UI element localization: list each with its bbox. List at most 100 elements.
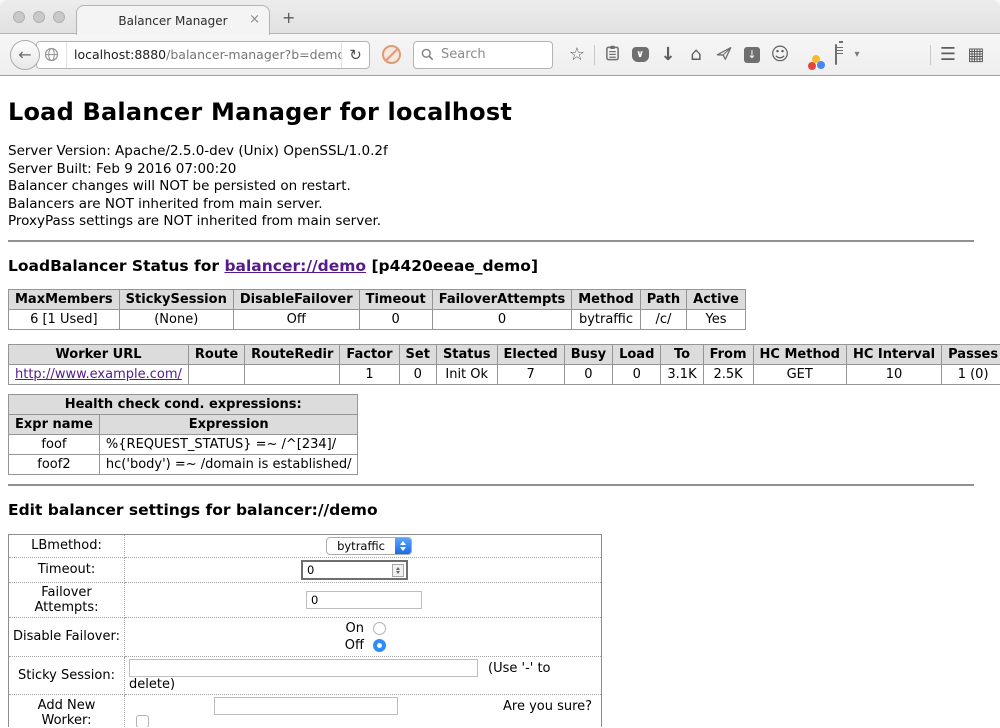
toolbar-separator: [930, 45, 931, 65]
back-button[interactable]: ←: [10, 40, 40, 70]
tab-close-icon[interactable]: ×: [249, 12, 260, 27]
hamburger-menu-icon[interactable]: ☰: [934, 46, 962, 64]
worker-url-link[interactable]: http://www.example.com/: [15, 367, 182, 382]
column-header: DisableFailover: [233, 289, 359, 309]
select-stepper-icon: [395, 538, 411, 554]
status-heading-prefix: LoadBalancer Status for: [8, 257, 224, 275]
zoom-window-button[interactable]: [53, 11, 65, 23]
table-header-row: Expr name Expression: [9, 414, 358, 434]
column-header: Active: [687, 289, 746, 309]
search-input[interactable]: [439, 46, 531, 63]
column-header: Route: [188, 344, 244, 364]
reload-button[interactable]: ↻: [341, 42, 369, 68]
cell-disablefailover: Off: [233, 309, 359, 329]
cell-timeout: 0: [359, 309, 432, 329]
home-icon[interactable]: ⌂: [682, 46, 710, 64]
table-row: 6 [1 Used] (None) Off 0 0 bytraffic /c/ …: [9, 309, 746, 329]
cell-routeredir: [245, 364, 340, 384]
bookmark-star-icon[interactable]: ☆: [563, 46, 591, 64]
site-identity-icon[interactable]: [37, 42, 67, 68]
form-row-disable-failover: Disable Failover: On Off: [9, 617, 602, 656]
cell-to: 3.1K: [661, 364, 703, 384]
column-header: Elected: [497, 344, 564, 364]
cell-from: 2.5K: [703, 364, 753, 384]
content-blocked-icon[interactable]: [382, 45, 401, 64]
add-new-worker-input[interactable]: [214, 697, 398, 715]
cell-worker-url: http://www.example.com/: [9, 364, 189, 384]
column-header: Expression: [99, 414, 358, 434]
disable-failover-off-radio[interactable]: [373, 639, 386, 652]
cell-status: Init Ok: [436, 364, 497, 384]
page-content: Load Balancer Manager for localhost Serv…: [0, 76, 1000, 727]
lbmethod-label: LBmethod:: [9, 534, 125, 557]
column-header: To: [661, 344, 703, 364]
globe-icon: [44, 47, 59, 62]
balancer-demo-link[interactable]: balancer://demo: [224, 257, 366, 275]
save-to-device-icon[interactable]: ↓: [738, 47, 766, 63]
cell-path: /c/: [640, 309, 686, 329]
column-header: Factor: [340, 344, 399, 364]
failover-attempts-input[interactable]: [306, 591, 422, 609]
cell-method: bytraffic: [572, 309, 640, 329]
column-header: HC Interval: [846, 344, 941, 364]
off-label: Off: [340, 638, 364, 653]
cell-set: 0: [399, 364, 436, 384]
bookmarks-clipboard-icon[interactable]: [598, 45, 626, 64]
battery-extension-icon[interactable]: [822, 47, 850, 63]
server-info: Server Version: Apache/2.5.0-dev (Unix) …: [8, 143, 992, 231]
worker-status-table: Worker URL Route RouteRedir Factor Set S…: [8, 344, 1000, 385]
server-built: Server Built: Feb 9 2016 07:00:20: [8, 161, 992, 179]
form-row-sticky: Sticky Session: (Use '-' to delete): [9, 656, 602, 694]
pocket-icon[interactable]: ∨: [626, 47, 654, 62]
chevron-down-icon[interactable]: ▾: [850, 49, 864, 60]
table-row: foof %{REQUEST_STATUS} =~ /^[234]/: [9, 434, 358, 454]
status-heading-suffix: [p4420eeae_demo]: [366, 257, 538, 275]
health-check-table: Health check cond. expressions: Expr nam…: [8, 394, 358, 475]
number-spinner-icon[interactable]: [392, 564, 404, 577]
add-new-worker-label: Add New Worker:: [9, 694, 125, 727]
url-bar[interactable]: localhost:8880/balancer-manager?b=demo&n…: [36, 41, 370, 69]
url-path: /balancer-manager?b=demo&nonce=decc37be-…: [166, 47, 341, 62]
url-domain: localhost:8880: [74, 47, 166, 62]
notice-inherit: Balancers are NOT inherited from main se…: [8, 196, 992, 214]
cell-active: Yes: [687, 309, 746, 329]
cell-factor: 1: [340, 364, 399, 384]
tab-balancer-manager[interactable]: Balancer Manager ×: [76, 5, 270, 35]
table-header-row: MaxMembers StickySession DisableFailover…: [9, 289, 746, 309]
toolbar-separator: [594, 45, 595, 65]
table-row: http://www.example.com/ 1 0 Init Ok 7 0 …: [9, 364, 1000, 384]
new-tab-button[interactable]: +: [282, 8, 295, 27]
column-header: Path: [640, 289, 686, 309]
search-bar[interactable]: [413, 41, 553, 69]
divider: [8, 484, 974, 486]
status-heading: LoadBalancer Status for balancer://demo …: [8, 257, 992, 275]
are-you-sure-checkbox[interactable]: [136, 715, 149, 728]
downloads-icon[interactable]: ↓: [654, 46, 682, 64]
minimize-window-button[interactable]: [33, 11, 45, 23]
table-row: foof2 hc('body') =~ /domain is establish…: [9, 454, 358, 474]
failover-attempts-label: Failover Attempts:: [9, 582, 125, 617]
cell-passes: 1 (0): [942, 364, 1000, 384]
send-plane-icon[interactable]: [710, 46, 738, 64]
column-header: StickySession: [119, 289, 233, 309]
cell-busy: 0: [564, 364, 612, 384]
window-controls: [13, 11, 65, 23]
column-header: Status: [436, 344, 497, 364]
column-header: Method: [572, 289, 640, 309]
browser-window: Balancer Manager × + ← localhost:8880/ba…: [0, 0, 1000, 728]
column-header: Load: [613, 344, 661, 364]
column-header: Passes: [942, 344, 1000, 364]
hello-smiley-icon[interactable]: ☺: [766, 46, 794, 64]
on-label: On: [340, 621, 364, 636]
lbmethod-select[interactable]: bytraffic: [326, 537, 412, 555]
close-window-button[interactable]: [13, 11, 25, 23]
disable-failover-on-radio[interactable]: [373, 622, 386, 635]
cell-hc-interval: 10: [846, 364, 941, 384]
sticky-session-input[interactable]: [129, 659, 478, 677]
url-text[interactable]: localhost:8880/balancer-manager?b=demo&n…: [67, 47, 341, 62]
tab-grid-icon[interactable]: ▦: [962, 46, 990, 64]
form-row-timeout: Timeout:: [9, 557, 602, 582]
balancer-status-table: MaxMembers StickySession DisableFailover…: [8, 289, 746, 330]
form-row-failover: Failover Attempts:: [9, 582, 602, 617]
cell-failoverattempts: 0: [432, 309, 572, 329]
